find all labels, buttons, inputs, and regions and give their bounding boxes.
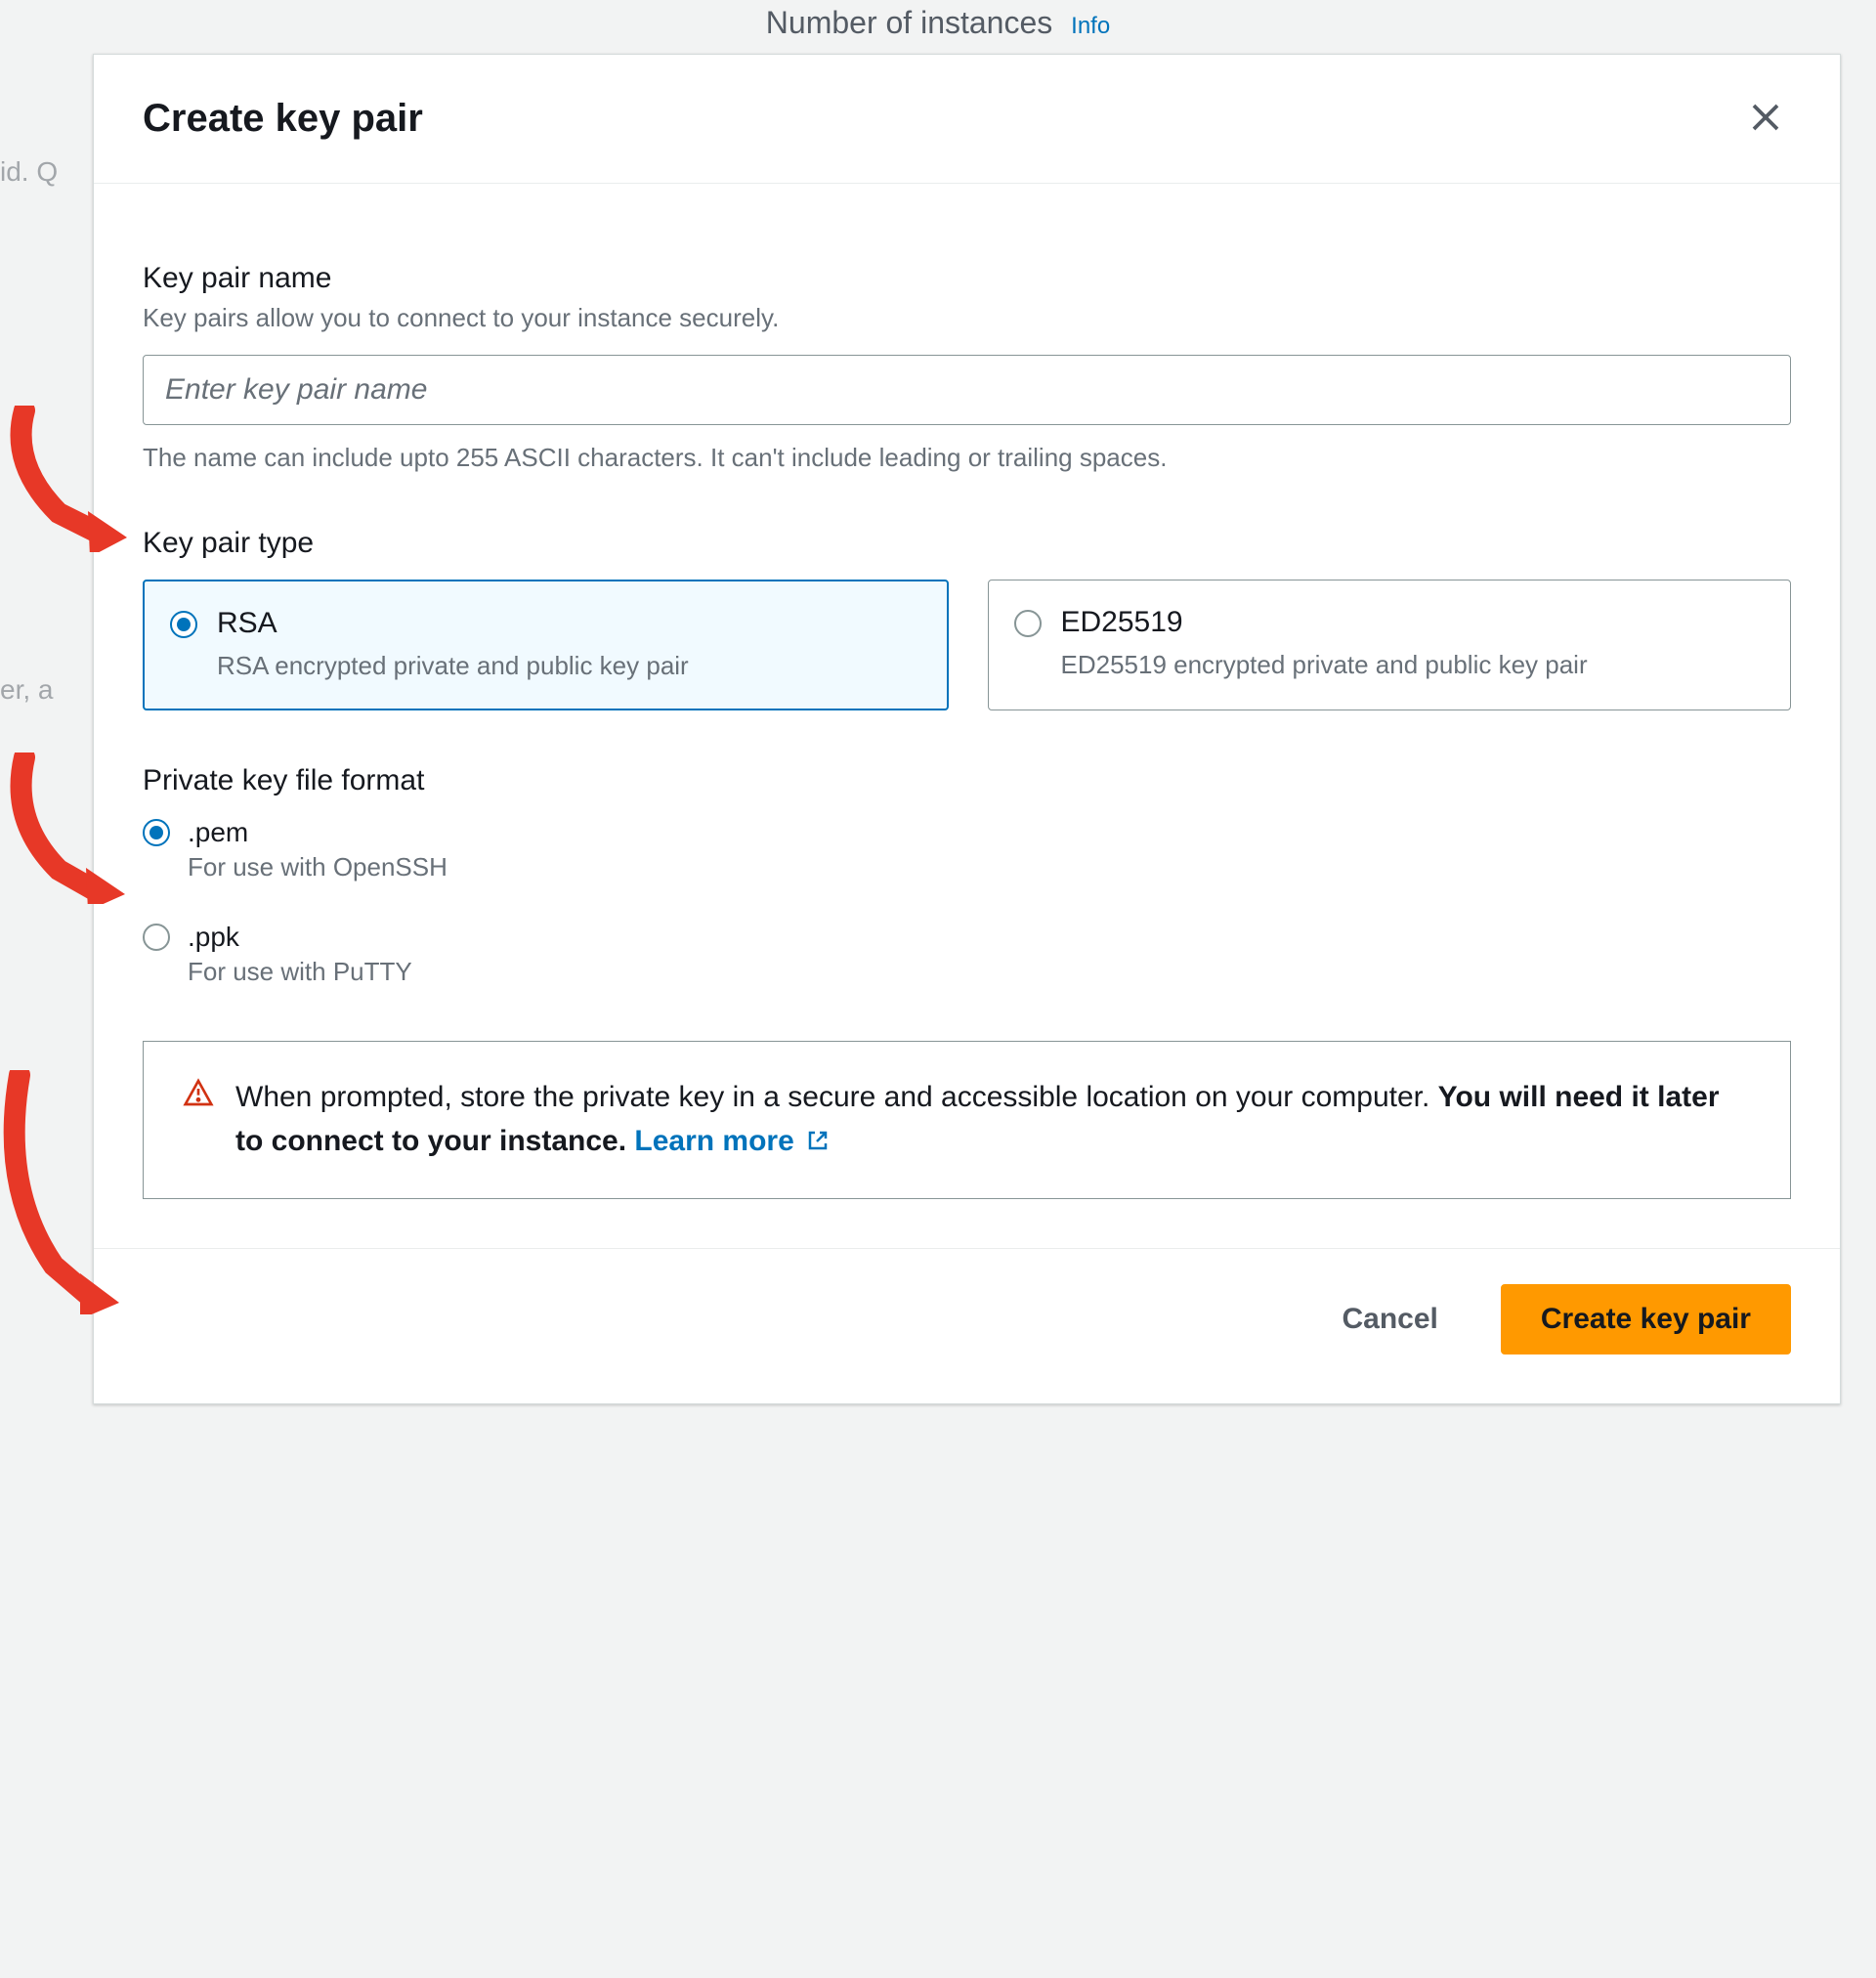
keypair-name-helper: The name can include upto 255 ASCII char… xyxy=(143,443,1791,473)
backdrop-title: Number of instances Info xyxy=(0,5,1876,41)
file-format-ppk[interactable]: .ppk For use with PuTTY xyxy=(143,922,1791,987)
file-format-pem[interactable]: .pem For use with OpenSSH xyxy=(143,817,1791,882)
radio-item-content: .ppk For use with PuTTY xyxy=(188,922,1791,987)
keypair-type-ed25519-desc: ED25519 encrypted private and public key… xyxy=(1061,647,1766,682)
annotation-arrow-1 xyxy=(0,406,142,555)
keypair-type-rsa-desc: RSA encrypted private and public key pai… xyxy=(217,648,921,683)
file-format-label: Private key file format xyxy=(143,764,1791,797)
modal-footer: Cancel Create key pair xyxy=(94,1248,1840,1403)
external-link-icon xyxy=(806,1121,830,1165)
keypair-name-input[interactable] xyxy=(143,355,1791,425)
file-format-section: Private key file format .pem For use wit… xyxy=(143,764,1791,987)
annotation-arrow-3 xyxy=(0,1070,142,1317)
backdrop-left-text-2: er, a xyxy=(0,674,53,706)
create-keypair-button[interactable]: Create key pair xyxy=(1501,1284,1791,1354)
radio-card-content: RSA RSA encrypted private and public key… xyxy=(217,607,921,683)
radio-icon xyxy=(143,819,170,846)
keypair-type-rsa[interactable]: RSA RSA encrypted private and public key… xyxy=(143,580,949,710)
radio-icon xyxy=(143,924,170,951)
file-format-ppk-title: .ppk xyxy=(188,922,1791,953)
modal-title: Create key pair xyxy=(143,97,423,141)
learn-more-text: Learn more xyxy=(634,1125,793,1157)
file-format-radio-group: .pem For use with OpenSSH .ppk For use w… xyxy=(143,817,1791,987)
keypair-name-section: Key pair name Key pairs allow you to con… xyxy=(143,262,1791,473)
warning-icon xyxy=(183,1077,214,1111)
keypair-type-radio-group: RSA RSA encrypted private and public key… xyxy=(143,580,1791,710)
keypair-type-ed25519[interactable]: ED25519 ED25519 encrypted private and pu… xyxy=(988,580,1792,710)
modal-body: Key pair name Key pairs allow you to con… xyxy=(94,184,1840,1248)
close-button[interactable] xyxy=(1740,92,1791,146)
file-format-ppk-desc: For use with PuTTY xyxy=(188,957,1791,987)
modal-header: Create key pair xyxy=(94,55,1840,184)
learn-more-link[interactable]: Learn more xyxy=(634,1125,830,1157)
file-format-pem-desc: For use with OpenSSH xyxy=(188,852,1791,882)
warning-text-part1: When prompted, store the private key in … xyxy=(235,1081,1438,1113)
cancel-button[interactable]: Cancel xyxy=(1302,1285,1476,1354)
close-icon xyxy=(1748,100,1783,138)
keypair-type-label: Key pair type xyxy=(143,527,1791,560)
create-keypair-modal: Create key pair Key pair name Key pairs … xyxy=(93,54,1841,1404)
warning-text: When prompted, store the private key in … xyxy=(235,1075,1751,1165)
backdrop-title-text: Number of instances xyxy=(766,5,1052,40)
file-format-pem-title: .pem xyxy=(188,817,1791,848)
keypair-type-ed25519-title: ED25519 xyxy=(1061,606,1766,639)
annotation-arrow-2 xyxy=(0,752,142,907)
radio-item-content: .pem For use with OpenSSH xyxy=(188,817,1791,882)
keypair-name-description: Key pairs allow you to connect to your i… xyxy=(143,303,1791,333)
keypair-type-section: Key pair type RSA RSA encrypted private … xyxy=(143,527,1791,710)
keypair-name-label: Key pair name xyxy=(143,262,1791,295)
warning-alert: When prompted, store the private key in … xyxy=(143,1041,1791,1199)
backdrop-info-link[interactable]: Info xyxy=(1071,13,1110,39)
radio-icon xyxy=(1014,610,1042,637)
keypair-type-rsa-title: RSA xyxy=(217,607,921,640)
backdrop-left-text-1: id. Q xyxy=(0,156,58,188)
radio-icon xyxy=(170,611,197,638)
radio-card-content: ED25519 ED25519 encrypted private and pu… xyxy=(1061,606,1766,682)
